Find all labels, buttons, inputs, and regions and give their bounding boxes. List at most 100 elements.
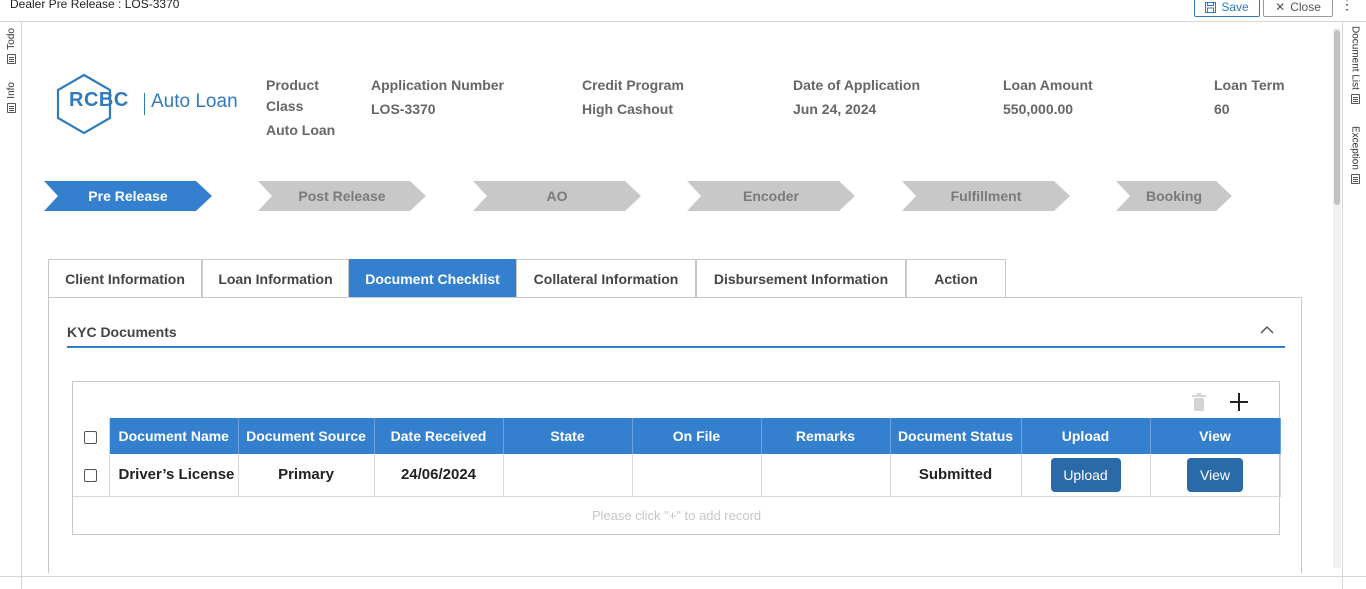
tab-client-information[interactable]: Client Information	[48, 259, 202, 297]
tab-action[interactable]: Action	[906, 259, 1006, 297]
tab-loan-information[interactable]: Loan Information	[202, 259, 349, 297]
bottom-divider	[0, 576, 1366, 577]
tab-label: Loan Information	[218, 270, 333, 287]
stage-label: Encoder	[742, 188, 799, 204]
date-received-cell: 24/06/2024	[374, 454, 504, 497]
document-icon	[1350, 173, 1360, 184]
view-cell: View	[1150, 454, 1281, 497]
logo-brand: RCBC	[69, 89, 129, 111]
logo-separator	[144, 93, 145, 115]
application-number-label: Application Number	[371, 77, 505, 93]
save-button[interactable]: Save	[1194, 0, 1260, 17]
vertical-scrollbar[interactable]	[1333, 28, 1341, 568]
save-icon	[1205, 1, 1217, 13]
remarks-cell	[761, 454, 891, 497]
view-button[interactable]: View	[1187, 457, 1243, 492]
window-title: Dealer Pre Release : LOS-3370	[10, 0, 180, 11]
tab-collateral-information[interactable]: Collateral Information	[516, 259, 696, 297]
row-checkbox[interactable]	[84, 468, 98, 482]
document-checklist-panel: KYC Documents Document Name Document Sou…	[48, 297, 1302, 573]
table-row: Driver’s License Primary 24/06/2024 Subm…	[73, 454, 1281, 497]
tab-label: Action	[934, 270, 978, 287]
stage-label: Fulfillment	[950, 188, 1022, 204]
stage-label: Post Release	[298, 188, 386, 204]
section-title: KYC Documents	[67, 324, 177, 340]
rcbc-auto-loan-logo: RCBC Auto Loan	[53, 73, 243, 135]
product-class-value: Auto Loan	[266, 122, 336, 138]
application-number-value: LOS-3370	[371, 101, 436, 117]
loan-term-field: Loan Term 60	[1214, 75, 1285, 120]
date-of-application-value: Jun 24, 2024	[793, 101, 877, 117]
document-status-cell: Submitted	[890, 454, 1022, 497]
column-header-document-name[interactable]: Document Name	[109, 418, 239, 454]
kyc-documents-grid: Document Name Document Source Date Recei…	[72, 381, 1281, 535]
document-icon	[6, 102, 16, 113]
rail-info-label: Info	[5, 82, 17, 99]
rail-item-document-list[interactable]: Document List	[1346, 26, 1364, 104]
tab-document-checklist[interactable]: Document Checklist	[349, 259, 516, 297]
column-header-state[interactable]: State	[503, 418, 633, 454]
credit-program-field: Credit Program High Cashout	[582, 75, 684, 120]
column-header-view[interactable]: View	[1150, 418, 1281, 454]
table-header-row: Document Name Document Source Date Recei…	[73, 418, 1281, 454]
rail-exception-label: Exception	[1349, 126, 1361, 170]
rail-item-todo[interactable]: Todo	[2, 28, 20, 64]
stage-post-release[interactable]: Post Release	[258, 181, 426, 211]
save-label: Save	[1221, 0, 1249, 14]
credit-program-label: Credit Program	[582, 77, 684, 93]
left-rail: Todo Info	[0, 22, 22, 589]
on-file-cell	[632, 454, 762, 497]
loan-term-label: Loan Term	[1214, 77, 1285, 93]
document-source-cell: Primary	[238, 454, 375, 497]
credit-program-value: High Cashout	[582, 101, 673, 117]
add-record-icon[interactable]	[1228, 391, 1250, 413]
date-of-application-field: Date of Application Jun 24, 2024	[793, 75, 920, 120]
upload-cell: Upload	[1021, 454, 1151, 497]
stage-label: Pre Release	[88, 188, 168, 204]
column-header-date-received[interactable]: Date Received	[374, 418, 504, 454]
product-class-label: Product Class	[266, 77, 319, 114]
loan-amount-value: 550,000.00	[1003, 101, 1074, 117]
column-header-remarks[interactable]: Remarks	[761, 418, 891, 454]
column-header-document-source[interactable]: Document Source	[238, 418, 375, 454]
more-options-icon[interactable]: ⋮	[1340, 0, 1354, 16]
loan-term-value: 60	[1214, 101, 1230, 117]
application-number-field: Application Number LOS-3370	[371, 75, 504, 120]
rail-document-list-label: Document List	[1349, 26, 1361, 90]
title-bar: Dealer Pre Release : LOS-3370 Save ✕ Clo…	[0, 0, 1366, 22]
select-all-checkbox[interactable]	[84, 430, 98, 444]
chevron-up-icon[interactable]	[1259, 322, 1275, 338]
stage-booking[interactable]: Booking	[1116, 181, 1232, 211]
rail-todo-label: Todo	[5, 28, 17, 50]
main-content: RCBC Auto Loan Product Class Auto Loan A…	[30, 28, 1330, 573]
trash-icon[interactable]	[1190, 392, 1208, 412]
add-record-hint: Please click "+" to add record	[591, 508, 762, 523]
rail-item-exception[interactable]: Exception	[1346, 126, 1364, 184]
document-name-cell: Driver’s License	[109, 454, 239, 497]
kyc-documents-table: Document Name Document Source Date Recei…	[73, 418, 1281, 497]
logo-product: Auto Loan	[151, 91, 238, 112]
date-of-application-label: Date of Application	[793, 77, 921, 93]
rail-item-info[interactable]: Info	[2, 82, 20, 113]
tab-disbursement-information[interactable]: Disbursement Information	[696, 259, 906, 297]
tab-label: Collateral Information	[533, 270, 679, 287]
close-button[interactable]: ✕ Close	[1263, 0, 1333, 17]
document-icon	[6, 53, 16, 64]
stage-fulfillment[interactable]: Fulfillment	[902, 181, 1070, 211]
right-rail: Document List Exception	[1342, 22, 1366, 589]
stage-ao[interactable]: AO	[473, 181, 641, 211]
tab-label: Document Checklist	[365, 270, 500, 287]
tab-label: Client Information	[65, 270, 185, 287]
stage-pre-release[interactable]: Pre Release	[44, 181, 212, 211]
column-header-document-status[interactable]: Document Status	[890, 418, 1022, 454]
product-class-field: Product Class Auto Loan	[266, 75, 346, 141]
scrollbar-thumb[interactable]	[1334, 30, 1340, 205]
document-icon	[1350, 93, 1360, 104]
loan-amount-field: Loan Amount 550,000.00	[1003, 75, 1093, 120]
upload-button[interactable]: Upload	[1050, 457, 1121, 492]
stage-label: Booking	[1146, 188, 1202, 204]
stage-encoder[interactable]: Encoder	[687, 181, 855, 211]
column-header-on-file[interactable]: On File	[632, 418, 762, 454]
column-header-upload[interactable]: Upload	[1021, 418, 1151, 454]
state-cell	[503, 454, 633, 497]
